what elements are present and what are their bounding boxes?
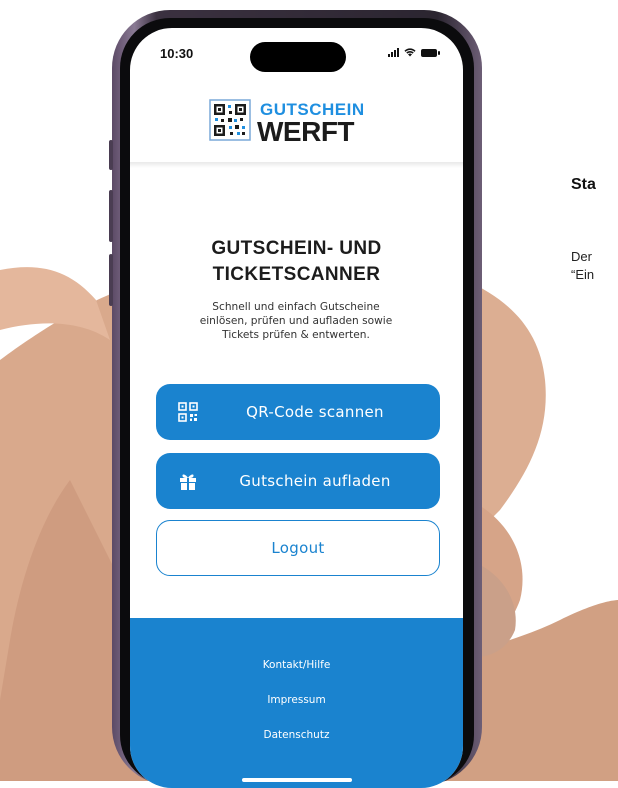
qr-code-icon — [178, 402, 198, 422]
status-bar: 10:30 — [130, 28, 463, 84]
app-logo: GUTSCHEIN WERFT — [208, 94, 388, 150]
volume-down-button — [109, 254, 113, 306]
wifi-icon — [404, 48, 416, 57]
signal-icon — [388, 48, 399, 57]
volume-up-button — [109, 190, 113, 242]
page-title: GUTSCHEIN- UND TICKETSCANNER — [130, 236, 463, 288]
page-description: Schnell und einfach Gutscheine einlösen,… — [176, 300, 416, 342]
description-line1: Schnell und einfach Gutscheine — [212, 301, 380, 313]
page-title-line1: GUTSCHEIN- UND — [211, 238, 382, 259]
description-line3: Tickets prüfen & entwerten. — [222, 329, 370, 341]
side-text-line1: Der — [571, 249, 592, 264]
battery-icon — [421, 48, 440, 57]
side-text-line2: “Ein — [571, 267, 595, 282]
phone-frame: 10:30 GUTSCHEIN WERFT GUTSCHEIN- UND TIC… — [109, 10, 482, 788]
page-title-line2: TICKETSCANNER — [212, 264, 381, 285]
status-icons — [388, 48, 440, 57]
scan-qr-label: QR-Code scannen — [246, 403, 384, 421]
footer-link-imprint[interactable]: Impressum — [130, 694, 463, 706]
dynamic-island — [250, 42, 346, 72]
app-screen: 10:30 GUTSCHEIN WERFT GUTSCHEIN- UND TIC… — [130, 28, 463, 788]
logout-button[interactable]: Logout — [156, 520, 440, 576]
qr-logo-icon — [209, 99, 251, 141]
header-divider — [130, 162, 463, 168]
topup-voucher-button[interactable]: Gutschein aufladen — [156, 453, 440, 509]
topup-voucher-label: Gutschein aufladen — [239, 472, 391, 490]
scan-qr-button[interactable]: QR-Code scannen — [156, 384, 440, 440]
description-line2: einlösen, prüfen und aufladen sowie — [199, 315, 393, 327]
home-indicator[interactable] — [242, 778, 352, 782]
app-footer: Kontakt/Hilfe Impressum Datenschutz — [130, 618, 463, 788]
status-time: 10:30 — [160, 46, 194, 61]
footer-link-contact[interactable]: Kontakt/Hilfe — [130, 659, 463, 671]
action-button — [109, 140, 113, 170]
footer-link-privacy[interactable]: Datenschutz — [130, 729, 463, 741]
logout-label: Logout — [271, 539, 325, 557]
side-heading: Sta — [571, 176, 596, 193]
logo-text-bottom: WERFT — [257, 116, 355, 147]
gift-icon — [180, 474, 196, 490]
